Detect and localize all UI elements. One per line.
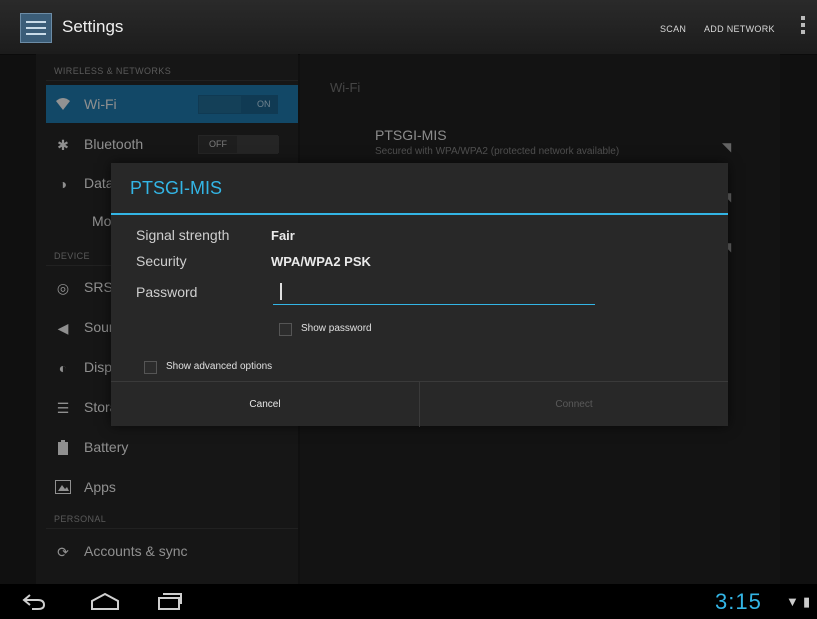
wifi-status-icon: ▼ <box>786 594 799 609</box>
text-cursor <box>280 283 282 300</box>
advanced-options-label[interactable]: Show advanced options <box>166 361 272 372</box>
password-label: Password <box>136 284 198 300</box>
system-nav-bar: 3:15 ▼ ▮ <box>0 584 817 619</box>
show-password-checkbox[interactable] <box>279 323 292 336</box>
signal-strength-value: Fair <box>271 228 295 243</box>
page-title: Settings <box>62 17 124 36</box>
scan-button[interactable]: SCAN <box>660 24 686 34</box>
connect-button[interactable]: Connect <box>420 382 728 427</box>
advanced-options-checkbox[interactable] <box>144 361 157 374</box>
password-input[interactable] <box>273 280 595 305</box>
back-icon[interactable] <box>22 592 46 615</box>
signal-strength-label: Signal strength <box>136 227 230 243</box>
add-network-button[interactable]: ADD NETWORK <box>704 24 775 34</box>
dialog-title: PTSGI-MIS <box>130 178 223 198</box>
home-icon[interactable] <box>90 592 120 615</box>
dialog-button-row: Cancel Connect <box>111 381 728 427</box>
battery-status-icon: ▮ <box>803 594 811 609</box>
recent-apps-icon[interactable] <box>157 592 183 615</box>
security-value: WPA/WPA2 PSK <box>271 254 371 269</box>
security-label: Security <box>136 253 187 269</box>
action-bar: Settings SCAN ADD NETWORK <box>0 0 817 55</box>
wifi-connect-dialog: PTSGI-MIS Signal strength Fair Security … <box>111 163 728 427</box>
show-password-label[interactable]: Show password <box>301 323 372 334</box>
settings-app-icon[interactable] <box>20 13 52 43</box>
status-clock[interactable]: 3:15 <box>715 589 762 615</box>
dialog-title-divider <box>111 213 728 215</box>
overflow-menu-icon[interactable] <box>801 16 805 37</box>
cancel-button[interactable]: Cancel <box>111 382 419 427</box>
